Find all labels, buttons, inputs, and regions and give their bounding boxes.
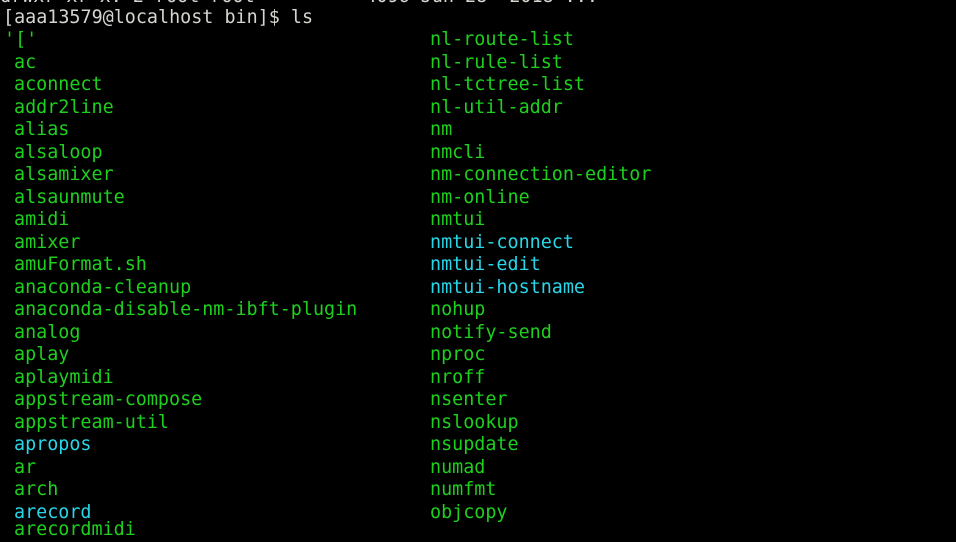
file-entry: alsaloop [14,141,103,163]
file-entry: objcopy [430,501,508,523]
listing-left-column: '[' ac aconnect addr2line alias alsaloop alsam… [4,29,357,524]
file-entry: nmtui [430,209,486,230]
file-entry: ar [14,456,37,478]
listing-right-column: nl-route-list nl-rule-list nl-tctree-list n… [430,29,651,524]
file-entry: nmtui-edit [430,254,541,275]
file-entry: nl-route-list [430,29,574,50]
file-entry: amidi [14,209,70,230]
file-entry: anaconda-cleanup [14,276,192,298]
file-entry: addr2line [14,96,114,118]
file-entry: appstream-util [14,411,170,433]
file-entry: aconnect [14,74,103,95]
file-entry: ac [14,51,37,73]
file-entry: nsenter [430,389,508,410]
file-entry: nmtui-hostname [430,276,586,298]
file-entry: aplay [14,344,70,365]
file-entry: nm [430,119,453,140]
file-entry: arch [14,479,59,500]
file-entry: nroff [430,366,486,388]
file-entry: analog [14,321,81,343]
file-entry: nmcli [430,141,486,163]
file-entry: '[' [4,29,38,50]
file-entry: nm-connection-editor [430,164,652,185]
file-entry: notify-send [430,321,552,343]
file-entry: nm-online [430,186,530,208]
file-entry: nohup [430,299,486,320]
file-entry: nl-tctree-list [430,74,586,95]
file-entry: alsaunmute [14,186,125,208]
file-entry: nmtui-connect [430,231,574,253]
file-entry: numfmt [430,479,497,500]
file-entry: amixer [14,231,81,253]
file-entry: alsamixer [14,164,114,185]
file-entry: nl-util-addr [430,96,563,118]
shell-prompt-command: [aaa13579@localhost bin]$ ls [3,7,314,28]
file-entry: nl-rule-list [430,51,563,73]
file-entry: alias [14,119,70,140]
partial-next-entry: arecordmidi [14,519,136,540]
file-entry: nslookup [430,411,519,433]
file-entry: nsupdate [430,434,519,455]
file-entry: numad [430,456,486,478]
file-entry: amuFormat.sh [14,254,147,275]
file-entry: anaconda-disable-nm-ibft-plugin [14,299,358,320]
file-entry: appstream-compose [14,389,203,410]
file-entry: nproc [430,344,486,365]
file-entry: aplaymidi [14,366,114,388]
terminal-window[interactable]: drwxr-xr-x. 2 root root 4096 Jun 28 2018… [0,0,956,540]
file-entry: apropos [14,434,92,455]
